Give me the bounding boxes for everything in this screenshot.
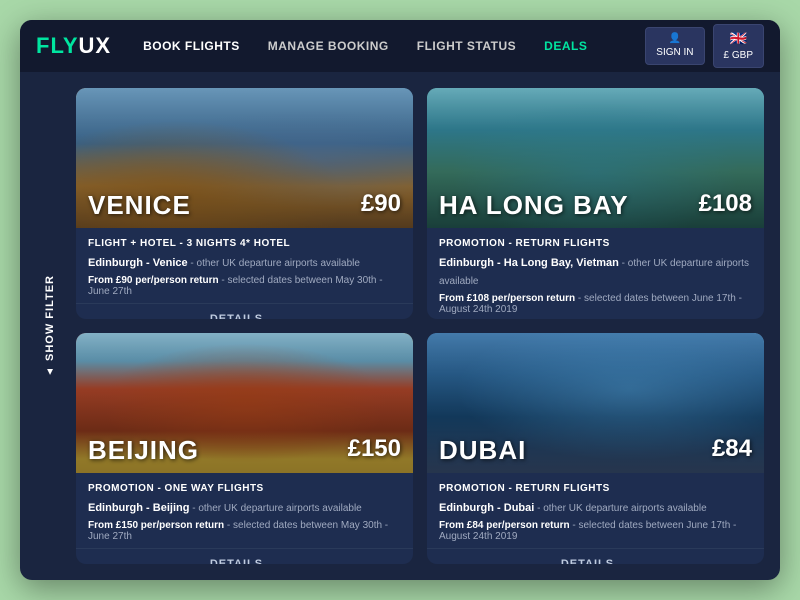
logo-ux: UX [79, 33, 112, 58]
card-title-price: DUBAI £84 [427, 333, 764, 473]
card-image-venice: VENICE £90 [76, 88, 413, 228]
deal-card-dubai: DUBAI £84 PROMOTION - RETURN FLIGHTS Edi… [427, 333, 764, 564]
browser-window: FLYUX BOOK FLIGHTS MANAGE BOOKING FLIGHT… [20, 20, 780, 580]
details-button-beijing[interactable]: DETAILS ⌄ [76, 548, 413, 564]
price-info-halong: From £108 per/person return - selected d… [439, 293, 752, 315]
nav-links: BOOK FLIGHTS MANAGE BOOKING FLIGHT STATU… [143, 39, 645, 53]
promo-type-halong: PROMOTION - RETURN FLIGHTS [439, 238, 752, 249]
deal-card-beijing: BEIJING £150 PROMOTION - ONE WAY FLIGHTS… [76, 333, 413, 564]
sign-in-button[interactable]: 👤 SIGN IN [645, 27, 704, 65]
user-icon: 👤 [669, 32, 681, 46]
price-venice: £90 [361, 190, 401, 218]
route-other-beijing: - other UK departure airports available [189, 503, 361, 514]
route-venice: Edinburgh - Venice - other UK departure … [88, 253, 401, 271]
route-halong: Edinburgh - Ha Long Bay, Vietman - other… [439, 253, 752, 289]
main-content: ▲ SHOW FILTER VENICE £90 FLIGHT + HOTEL … [20, 72, 780, 580]
promo-type-venice: FLIGHT + HOTEL - 3 NIGHTS 4* HOTEL [88, 238, 401, 249]
card-image-dubai: DUBAI £84 [427, 333, 764, 473]
price-from-venice: From £90 per/person return [88, 275, 219, 286]
price-beijing: £150 [348, 435, 401, 463]
card-info-dubai: PROMOTION - RETURN FLIGHTS Edinburgh - D… [427, 473, 764, 548]
deals-grid: VENICE £90 FLIGHT + HOTEL - 3 NIGHTS 4* … [76, 88, 764, 564]
deal-card-venice: VENICE £90 FLIGHT + HOTEL - 3 NIGHTS 4* … [76, 88, 413, 319]
details-label-dubai: DETAILS [561, 558, 614, 564]
card-title-price: HA LONG BAY £108 [427, 88, 764, 228]
route-main-beijing: Edinburgh - Beijing [88, 502, 189, 514]
route-main-halong: Edinburgh - Ha Long Bay, Vietman [439, 257, 619, 269]
route-beijing: Edinburgh - Beijing - other UK departure… [88, 498, 401, 516]
nav-manage-booking[interactable]: MANAGE BOOKING [268, 39, 389, 53]
flag-icon: 🇬🇧 [730, 29, 747, 49]
navbar: FLYUX BOOK FLIGHTS MANAGE BOOKING FLIGHT… [20, 20, 780, 72]
currency-label: £ GBP [724, 49, 753, 63]
route-main-venice: Edinburgh - Venice [88, 257, 188, 269]
card-title-price: BEIJING £150 [76, 333, 413, 473]
destination-halong: HA LONG BAY [439, 192, 629, 218]
promo-type-dubai: PROMOTION - RETURN FLIGHTS [439, 483, 752, 494]
nav-flight-status[interactable]: FLIGHT STATUS [417, 39, 516, 53]
logo: FLYUX [36, 33, 111, 59]
price-info-dubai: From £84 per/person return - selected da… [439, 520, 752, 542]
chevron-down-icon: ⌄ [620, 557, 630, 564]
details-label-venice: DETAILS [210, 313, 263, 319]
price-from-beijing: From £150 per/person return [88, 520, 224, 531]
sign-in-label: SIGN IN [656, 46, 693, 60]
route-dubai: Edinburgh - Dubai - other UK departure a… [439, 498, 752, 516]
show-filter-label: SHOW FILTER [44, 275, 56, 361]
deal-card-halong: HA LONG BAY £108 PROMOTION - RETURN FLIG… [427, 88, 764, 319]
card-title-price: VENICE £90 [76, 88, 413, 228]
details-button-dubai[interactable]: DETAILS ⌄ [427, 548, 764, 564]
chevron-down-icon: ⌄ [269, 312, 279, 319]
destination-venice: VENICE [88, 192, 191, 218]
filter-arrow-icon: ▲ [45, 365, 56, 377]
logo-fly: FLY [36, 33, 79, 58]
promo-type-beijing: PROMOTION - ONE WAY FLIGHTS [88, 483, 401, 494]
card-info-beijing: PROMOTION - ONE WAY FLIGHTS Edinburgh - … [76, 473, 413, 548]
chevron-down-icon: ⌄ [269, 557, 279, 564]
route-other-venice: - other UK departure airports available [188, 258, 360, 269]
route-other-dubai: - other UK departure airports available [534, 503, 706, 514]
card-image-halong: HA LONG BAY £108 [427, 88, 764, 228]
price-info-venice: From £90 per/person return - selected da… [88, 275, 401, 297]
card-image-beijing: BEIJING £150 [76, 333, 413, 473]
destination-beijing: BEIJING [88, 437, 199, 463]
nav-book-flights[interactable]: BOOK FLIGHTS [143, 39, 240, 53]
sidebar: ▲ SHOW FILTER [36, 88, 64, 564]
route-main-dubai: Edinburgh - Dubai [439, 502, 534, 514]
card-info-halong: PROMOTION - RETURN FLIGHTS Edinburgh - H… [427, 228, 764, 319]
price-from-halong: From £108 per/person return [439, 293, 575, 304]
details-button-venice[interactable]: DETAILS ⌄ [76, 303, 413, 319]
details-label-beijing: DETAILS [210, 558, 263, 564]
price-halong: £108 [699, 190, 752, 218]
price-from-dubai: From £84 per/person return [439, 520, 570, 531]
show-filter-button[interactable]: ▲ SHOW FILTER [44, 275, 56, 377]
price-dubai: £84 [712, 435, 752, 463]
destination-dubai: DUBAI [439, 437, 526, 463]
price-info-beijing: From £150 per/person return - selected d… [88, 520, 401, 542]
nav-deals[interactable]: DEALS [544, 39, 587, 53]
card-info-venice: FLIGHT + HOTEL - 3 NIGHTS 4* HOTEL Edinb… [76, 228, 413, 303]
currency-button[interactable]: 🇬🇧 £ GBP [713, 24, 764, 68]
nav-right: 👤 SIGN IN 🇬🇧 £ GBP [645, 24, 764, 68]
